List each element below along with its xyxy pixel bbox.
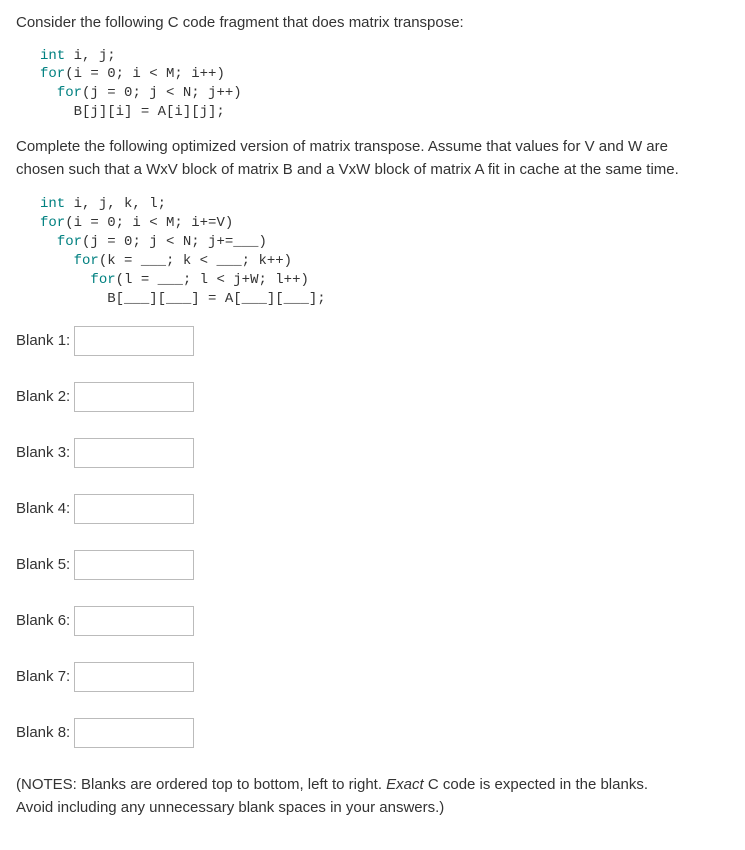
code-text: (l = ___; l < j+W; l++) [116,272,309,288]
keyword-for: for [74,253,99,269]
code-text: (i = 0; i < M; i+=V) [65,215,233,231]
blank-7-input[interactable] [74,662,194,692]
blank-label: Blank 6: [16,610,70,633]
blank-row-3: Blank 3: [16,438,729,468]
keyword-int: int [40,196,65,212]
blank-label: Blank 7: [16,666,70,689]
notes-text: C code is expected in the blanks. [424,776,648,793]
keyword-int: int [40,48,65,64]
blank-6-input[interactable] [74,606,194,636]
instruction-paragraph: Complete the following optimized version… [16,136,729,181]
keyword-for: for [40,66,65,82]
keyword-for: for [90,272,115,288]
blank-label: Blank 5: [16,554,70,577]
blank-3-input[interactable] [74,438,194,468]
code-text: (j = 0; j < N; j++) [82,85,242,101]
code-text: (i = 0; i < M; i++) [65,66,225,82]
notes-italic: Exact [386,776,424,793]
blank-row-8: Blank 8: [16,718,729,748]
code-block-optimized: int i, j, k, l; for(i = 0; i < M; i+=V) … [40,195,729,308]
keyword-for: for [57,234,82,250]
code-text: B[___][___] = A[___][___]; [107,291,325,307]
blank-2-input[interactable] [74,382,194,412]
blank-label: Blank 2: [16,386,70,409]
blank-label: Blank 3: [16,442,70,465]
code-text: (k = ___; k < ___; k++) [99,253,292,269]
blank-row-2: Blank 2: [16,382,729,412]
code-text: B[j][i] = A[i][j]; [74,104,225,120]
blank-row-1: Blank 1: [16,326,729,356]
code-text: (j = 0; j < N; j+=___) [82,234,267,250]
paragraph-line: chosen such that a WxV block of matrix B… [16,161,679,178]
notes-paragraph: (NOTES: Blanks are ordered top to bottom… [16,774,729,819]
code-text: i, j; [65,48,115,64]
notes-text: (NOTES: Blanks are ordered top to bottom… [16,776,386,793]
paragraph-line: Complete the following optimized version… [16,138,668,155]
blank-8-input[interactable] [74,718,194,748]
code-block-original: int i, j; for(i = 0; i < M; i++) for(j =… [40,47,729,123]
code-text: i, j, k, l; [65,196,166,212]
notes-text: Avoid including any unnecessary blank sp… [16,799,444,816]
blank-4-input[interactable] [74,494,194,524]
blank-label: Blank 1: [16,330,70,353]
keyword-for: for [57,85,82,101]
intro-text: Consider the following C code fragment t… [16,12,729,35]
blank-row-5: Blank 5: [16,550,729,580]
blank-5-input[interactable] [74,550,194,580]
blank-row-7: Blank 7: [16,662,729,692]
blank-row-6: Blank 6: [16,606,729,636]
blank-label: Blank 4: [16,498,70,521]
blank-1-input[interactable] [74,326,194,356]
blank-row-4: Blank 4: [16,494,729,524]
blank-label: Blank 8: [16,722,70,745]
keyword-for: for [40,215,65,231]
